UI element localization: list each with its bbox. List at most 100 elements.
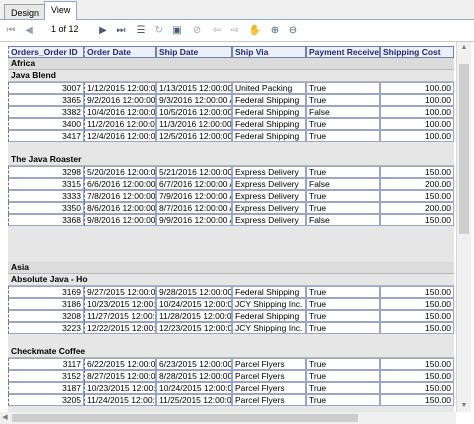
table-cell: True (306, 94, 380, 106)
table-cell: Parcel Flyers (232, 394, 306, 406)
table-row: 3169 9/27/2015 12:00:00 9/28/2015 12:00:00… (8, 286, 454, 298)
group-spacer (8, 226, 454, 238)
table-cell: True (306, 370, 380, 382)
vertical-scrollbar[interactable]: ▲ ▼ (456, 42, 471, 412)
table-row: 3298 5/20/2016 12:00:00 5/21/2016 12:00:00… (8, 166, 454, 178)
table-cell: 3417 (8, 130, 84, 142)
toc-icon[interactable]: ☰ (134, 23, 148, 37)
page-indicator: 1 of 12 (51, 24, 79, 34)
table-cell: True (306, 298, 380, 310)
table-cell: True (306, 382, 380, 394)
table-cell: 3117 (8, 358, 84, 370)
forward-icon[interactable]: ⇨ (228, 23, 242, 37)
customer-group-header: Checkmate Coffee (8, 346, 454, 358)
table-cell: Express Delivery (232, 202, 306, 214)
table-row: 3152 8/27/2015 12:00:00 8/28/2015 12:00:00… (8, 370, 454, 382)
table-cell: 150.00 (380, 214, 454, 226)
print-icon[interactable]: ▣ (170, 23, 184, 37)
table-cell: 1/12/2015 12:00:00 (84, 82, 156, 94)
tab-bar: Design View (0, 0, 474, 20)
group-spacer (8, 238, 454, 250)
table-cell: 9/2/2016 12:00:00 A (84, 94, 156, 106)
table-cell: 100.00 (380, 118, 454, 130)
refresh-icon[interactable]: ↻ (152, 23, 166, 37)
table-cell: 11/24/2015 12:00:0 (84, 394, 156, 406)
prev-page-icon[interactable]: ◀ (22, 23, 36, 37)
table-cell: Express Delivery (232, 190, 306, 202)
table-cell: Express Delivery (232, 214, 306, 226)
table-cell: 11/27/2015 12:00:0 (84, 310, 156, 322)
table-row: 3400 11/2/2016 12:00:00 11/3/2016 12:00:00… (8, 118, 454, 130)
group-spacer (8, 142, 454, 154)
table-cell: 200.00 (380, 202, 454, 214)
table-cell: 3169 (8, 286, 84, 298)
table-cell: 8/28/2015 12:00:00 A (156, 370, 232, 382)
table-cell: 3315 (8, 178, 84, 190)
scroll-down-icon[interactable]: ▼ (457, 400, 471, 412)
table-cell: 7/9/2016 12:00:00 A (156, 190, 232, 202)
table-cell: Federal Shipping (232, 118, 306, 130)
scroll-up-icon[interactable]: ▲ (457, 42, 471, 54)
vertical-scroll-thumb[interactable] (459, 64, 469, 234)
viewer-toolbar: ⏮ ◀ 1 of 12 ▶ ⏭ ☰ ↻ ▣ ⊘ ⇦ ⇨ ✋ ⊕ ⊖ (0, 20, 474, 42)
table-row: 3315 6/6/2016 12:00:00 A 6/7/2016 12:00:00… (8, 178, 454, 190)
column-header: Shipping Cost (380, 46, 454, 58)
first-page-icon[interactable]: ⏮ (4, 23, 18, 37)
back-icon[interactable]: ⇦ (210, 23, 224, 37)
group-spacer (8, 250, 454, 262)
table-row: 3368 9/8/2016 12:00:00 A 9/9/2016 12:00:00… (8, 214, 454, 226)
table-cell: 12/5/2016 12:00:00 A (156, 130, 232, 142)
table-cell: 9/27/2015 12:00:00 (84, 286, 156, 298)
table-cell: True (306, 166, 380, 178)
report-page: Orders_Order ID Order Date Ship Date Ship V… (8, 42, 454, 414)
table-cell: True (306, 310, 380, 322)
table-cell: 150.00 (380, 190, 454, 202)
table-cell: Express Delivery (232, 166, 306, 178)
table-cell: True (306, 358, 380, 370)
table-row: 3223 12/22/2015 12:00:0 12/23/2015 12:00:0… (8, 322, 454, 334)
table-cell: 10/5/2016 12:00:00 A (156, 106, 232, 118)
table-cell: 150.00 (380, 382, 454, 394)
table-cell: 11/25/2015 12:00:00 (156, 394, 232, 406)
tab-view[interactable]: View (44, 1, 78, 20)
table-cell: 8/6/2016 12:00:00 A (84, 202, 156, 214)
table-cell: 9/8/2016 12:00:00 A (84, 214, 156, 226)
region-group-header: Asia (8, 262, 454, 274)
stop-icon[interactable]: ⊘ (190, 23, 204, 37)
scroll-left-icon[interactable]: ◀ (0, 412, 10, 424)
table-cell: Federal Shipping (232, 310, 306, 322)
table-cell: 150.00 (380, 358, 454, 370)
zoom-in-icon[interactable]: ⊕ (268, 23, 282, 37)
table-cell: 100.00 (380, 82, 454, 94)
table-cell: 10/24/2015 12:00:00 (156, 382, 232, 394)
table-cell: 12/23/2015 12:00:00 (156, 322, 232, 334)
table-cell: 10/24/2015 12:00:00 (156, 298, 232, 310)
zoom-out-icon[interactable]: ⊖ (286, 23, 300, 37)
tab-design[interactable]: Design (4, 4, 47, 20)
table-cell: 3205 (8, 394, 84, 406)
table-cell: 12/22/2015 12:00:0 (84, 322, 156, 334)
table-row: 3350 8/6/2016 12:00:00 A 8/7/2016 12:00:00… (8, 202, 454, 214)
table-cell: JCY Shipping Inc. (232, 298, 306, 310)
horizontal-scrollbar[interactable]: ◀ (0, 412, 456, 424)
table-row: 3208 11/27/2015 12:00:0 11/28/2015 12:00:0… (8, 310, 454, 322)
table-cell: Federal Shipping (232, 286, 306, 298)
table-cell: Express Delivery (232, 178, 306, 190)
table-cell: False (306, 214, 380, 226)
table-cell: 9/9/2016 12:00:00 A (156, 214, 232, 226)
table-cell: 3350 (8, 202, 84, 214)
table-cell: 11/28/2015 12:00:00 (156, 310, 232, 322)
table-row: 3365 9/2/2016 12:00:00 A 9/3/2016 12:00:00… (8, 94, 454, 106)
pan-icon[interactable]: ✋ (248, 23, 262, 37)
table-cell: False (306, 106, 380, 118)
next-page-icon[interactable]: ▶ (96, 23, 110, 37)
last-page-icon[interactable]: ⏭ (114, 23, 128, 37)
column-header: Payment Received (306, 46, 380, 58)
table-cell: Parcel Flyers (232, 358, 306, 370)
table-cell: 3382 (8, 106, 84, 118)
table-cell: True (306, 118, 380, 130)
table-cell: Federal Shipping (232, 130, 306, 142)
horizontal-scroll-thumb[interactable] (12, 414, 358, 422)
table-cell: 6/6/2016 12:00:00 A (84, 178, 156, 190)
region-group-header: Africa (8, 58, 454, 70)
